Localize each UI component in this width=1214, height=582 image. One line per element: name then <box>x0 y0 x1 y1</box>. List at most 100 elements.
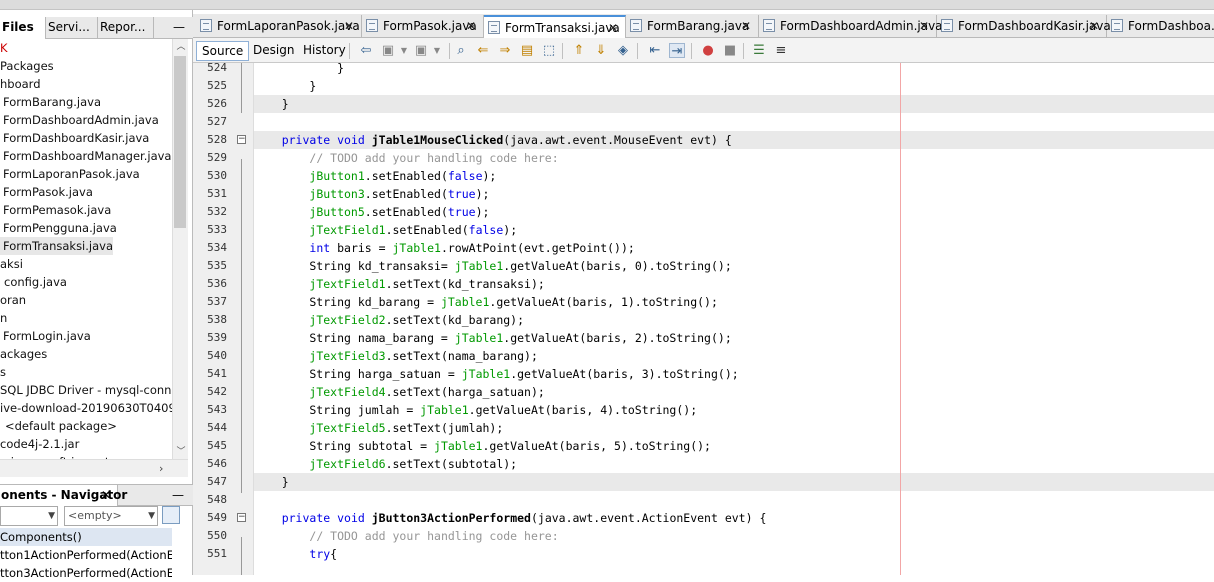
code-token: ); <box>475 205 490 219</box>
toggle-highlight-icon[interactable]: ▤ <box>519 43 535 58</box>
tree-item[interactable]: FormTransaksi.java <box>0 237 114 255</box>
record-macro-icon[interactable]: ● <box>700 43 716 58</box>
design-view-button[interactable]: Design <box>248 41 299 61</box>
comment-icon[interactable]: ☰ <box>751 43 767 58</box>
tree-item[interactable]: FormPengguna.java <box>0 219 117 237</box>
close-icon[interactable]: ✕ <box>466 15 476 37</box>
tree-item[interactable]: ackages <box>0 345 47 363</box>
tree-item[interactable]: FormLogin.java <box>0 327 91 345</box>
rect-select-icon[interactable]: ⬚ <box>541 43 557 58</box>
scroll-down-arrow-icon[interactable]: ﹀ <box>176 447 186 457</box>
tree-item[interactable]: FormBarang.java <box>0 93 101 111</box>
line-number: 534 <box>207 241 227 254</box>
tab-reports[interactable]: Repor... <box>98 17 154 39</box>
forward-icon[interactable]: ▣ <box>380 43 396 58</box>
fold-toggle-icon[interactable]: − <box>237 135 246 144</box>
chevron-down-icon[interactable]: ▼ <box>429 43 445 58</box>
tab-formdashboardadmin[interactable]: FormDashboardAdmin.java ✕ <box>759 15 943 38</box>
code-token: .setEnabled( <box>385 223 469 237</box>
tree-item[interactable]: SQL JDBC Driver - mysql-connector-j <box>0 381 172 399</box>
tab-formpasok[interactable]: FormPasok.java ✕ <box>362 15 484 38</box>
history-view-button[interactable]: History <box>298 41 351 61</box>
edit-icon[interactable]: ▣ <box>413 43 429 58</box>
code-token: .setText(harga_satuan); <box>385 385 545 399</box>
close-icon[interactable]: ✕ <box>919 15 929 37</box>
navigator-item[interactable]: Components() <box>0 528 172 546</box>
code-token: String jumlah = <box>254 403 421 417</box>
navigator-settings-icon[interactable] <box>162 506 180 524</box>
go-back-icon[interactable]: ⇦ <box>358 43 374 58</box>
tree-item[interactable]: <default package> <box>0 417 117 435</box>
close-icon[interactable]: ✕ <box>101 485 111 505</box>
code-token: .getValueAt(baris, 5).toString(); <box>482 439 711 453</box>
tab-services[interactable]: Servi... <box>46 17 98 39</box>
tree-item[interactable]: oran <box>0 291 26 309</box>
tab-formtransaksi[interactable]: FormTransaksi.java ✕ <box>484 15 626 38</box>
stop-macro-icon[interactable]: ■ <box>722 43 738 58</box>
code-token: .setEnabled( <box>364 169 448 183</box>
tab-formdashboardkasir[interactable]: FormDashboardKasir.java ✕ <box>937 15 1111 38</box>
close-icon[interactable]: ✕ <box>344 15 354 37</box>
code-token: false <box>468 223 504 237</box>
navigator-item[interactable]: tton1ActionPerformed(ActionEvent e <box>0 546 172 564</box>
java-file-icon <box>941 19 953 32</box>
prev-bookmark-icon[interactable]: ⇑ <box>571 43 587 58</box>
tree-item[interactable]: FormPemasok.java <box>0 201 111 219</box>
close-icon[interactable]: ✕ <box>741 15 751 37</box>
find-prev-icon[interactable]: ⇐ <box>475 43 491 58</box>
toolbar-separator <box>637 43 638 59</box>
tree-item[interactable]: K <box>0 39 8 57</box>
navigator-view-select[interactable]: ▼ <box>0 506 58 526</box>
source-view-button[interactable]: Source <box>196 41 250 61</box>
tab-formdashboard-more[interactable]: FormDashboa... <box>1107 15 1214 38</box>
tree-item[interactable]: Packages <box>0 57 54 75</box>
code-token: jTable1 <box>440 295 490 309</box>
chevron-down-icon[interactable]: ▼ <box>396 43 412 58</box>
fold-toggle-icon[interactable]: − <box>237 513 246 522</box>
shift-left-icon[interactable]: ⇤ <box>647 43 663 58</box>
tree-scroll-thumb[interactable] <box>174 56 186 228</box>
tab-formbarang[interactable]: FormBarang.java ✕ <box>626 15 759 38</box>
tab-files[interactable]: Files <box>0 17 46 39</box>
tree-item[interactable]: FormDashboardKasir.java <box>0 129 149 147</box>
navigator-filter-select[interactable]: <empty> ▼ <box>64 506 158 526</box>
find-next-icon[interactable]: ⇒ <box>497 43 513 58</box>
tree-item[interactable]: FormDashboardAdmin.java <box>0 111 159 129</box>
tree-item[interactable]: s <box>0 363 6 381</box>
close-icon[interactable]: ✕ <box>608 17 618 39</box>
shift-right-icon[interactable]: ⇥ <box>669 43 685 59</box>
code-token: .setText(kd_transaksi); <box>385 277 545 291</box>
minimize-navigator-button[interactable]: — <box>172 485 184 505</box>
tab-formlaporanpasok[interactable]: FormLaporanPasok.java ✕ <box>196 15 362 38</box>
tree-item[interactable]: FormDashboardManager.java <box>0 147 171 165</box>
close-icon[interactable]: ✕ <box>1089 15 1099 37</box>
tree-item[interactable]: hboard <box>0 75 41 93</box>
tree-item[interactable]: n <box>0 309 7 327</box>
navigator-item[interactable]: tton3ActionPerformed(ActionEvent e <box>0 564 172 582</box>
tree-item[interactable]: ive-download-20190630T040918Z-00 <box>0 399 172 417</box>
tree-horizontal-scrollbar[interactable]: › <box>0 459 188 477</box>
project-tabs-bar: Files Servi... Repor... — <box>0 17 193 39</box>
minimize-panel-button[interactable]: — <box>172 20 186 34</box>
uncomment-icon[interactable]: ≡ <box>773 43 789 58</box>
tree-item[interactable]: config.java <box>0 273 67 291</box>
scroll-right-arrow-icon[interactable]: › <box>159 462 163 475</box>
code-editor[interactable]: } } } private void jTable1MouseClicked(j… <box>254 63 1214 575</box>
next-bookmark-icon[interactable]: ⇓ <box>593 43 609 58</box>
scroll-up-arrow-icon[interactable]: ︿ <box>176 42 186 52</box>
tree-item[interactable]: code4j-2.1.jar <box>0 435 79 453</box>
code-token: jTable1 <box>461 367 511 381</box>
tree-item[interactable]: FormPasok.java <box>0 183 93 201</box>
tree-item[interactable]: aksi <box>0 255 23 273</box>
line-number: 531 <box>207 187 227 200</box>
toggle-bookmark-icon[interactable]: ◈ <box>615 43 631 58</box>
code-line: jButton1.setEnabled(false); <box>254 167 1214 185</box>
line-number: 528 <box>207 133 227 146</box>
navigator-tab[interactable]: onents - Navigator ✕ <box>0 485 127 506</box>
tree-item[interactable]: FormLaporanPasok.java <box>0 165 140 183</box>
find-icon[interactable]: ⌕ <box>453 43 469 58</box>
